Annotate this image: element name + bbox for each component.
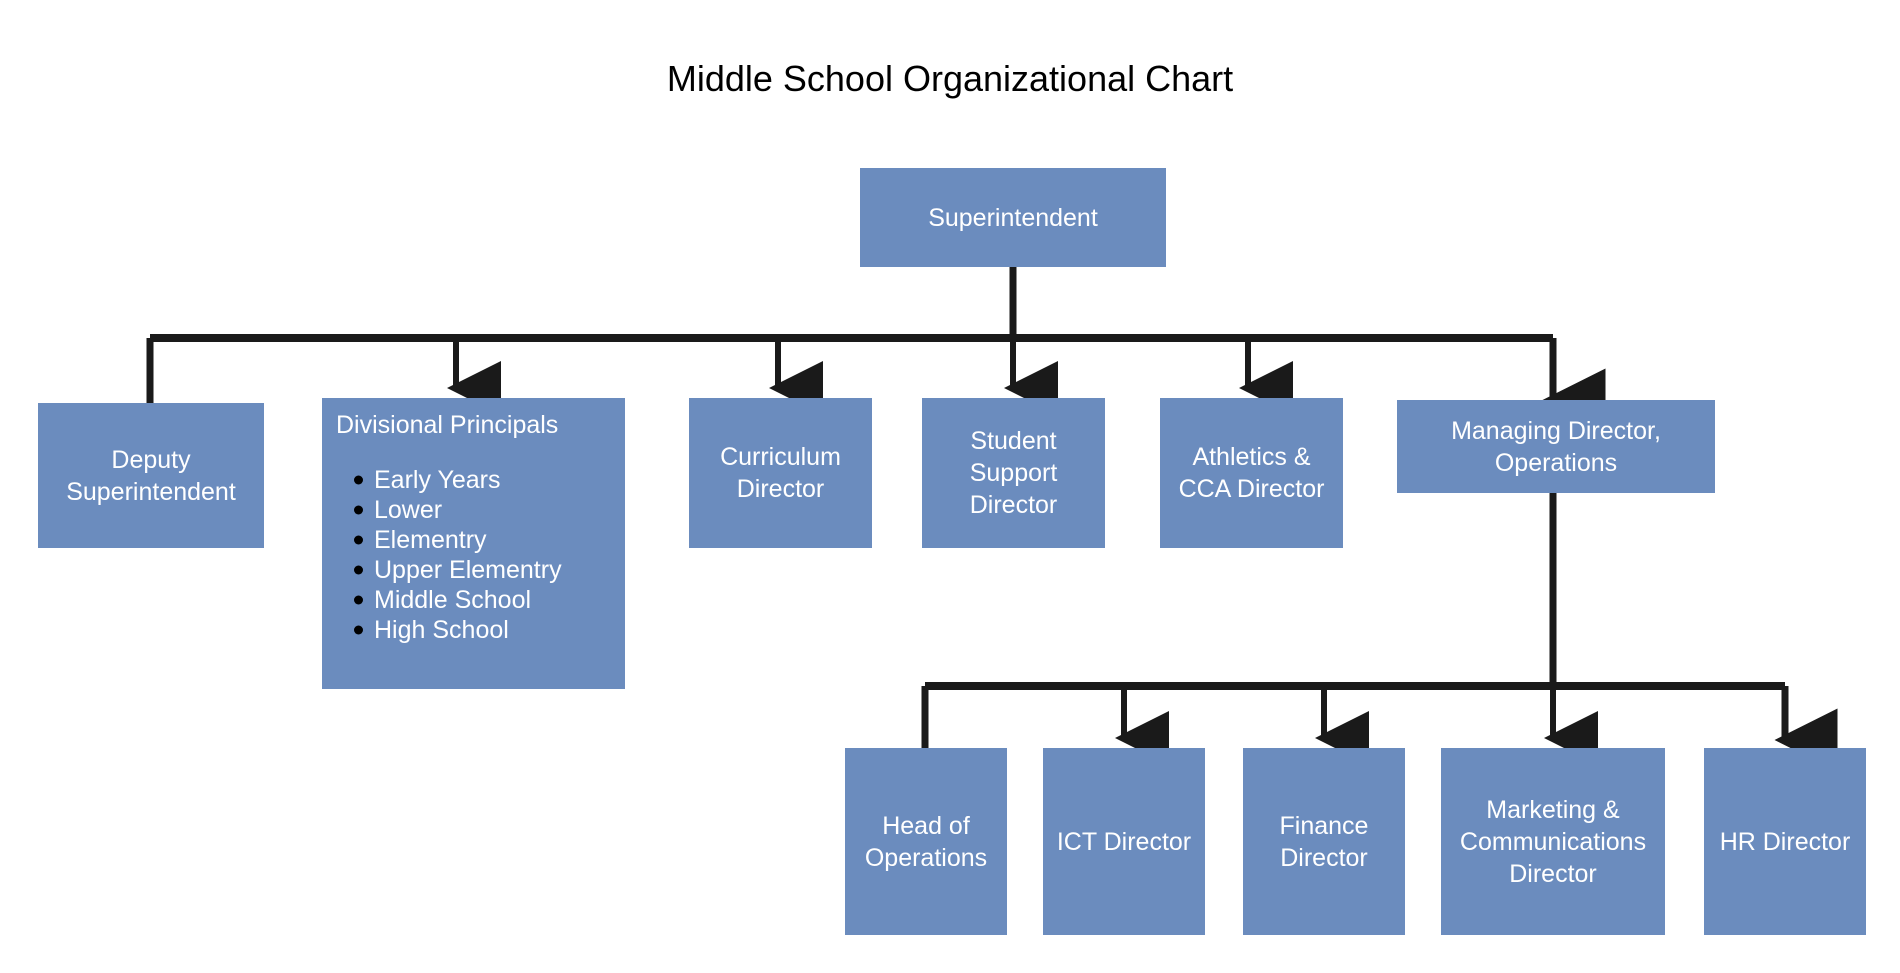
node-ict-director[interactable]: ICT Director bbox=[1043, 748, 1205, 935]
page-title: Middle School Organizational Chart bbox=[666, 58, 1234, 99]
org-chart-canvas: Middle School Organizational Chart Super… bbox=[0, 0, 1900, 973]
node-managing-director-operations-label: Managing Director, Operations bbox=[1451, 416, 1661, 477]
list-item: Elementry bbox=[354, 526, 611, 554]
node-marketing-communications-director[interactable]: Marketing & Communications Director bbox=[1441, 748, 1665, 935]
node-student-support-director[interactable]: Student Support Director bbox=[922, 398, 1105, 548]
node-hr-director[interactable]: HR Director bbox=[1704, 748, 1866, 935]
node-head-of-operations[interactable]: Head of Operations bbox=[845, 748, 1007, 935]
node-finance-director[interactable]: Finance Director bbox=[1243, 748, 1405, 935]
list-item: Upper Elementry bbox=[354, 556, 611, 584]
list-item: High School bbox=[354, 616, 611, 644]
node-hr-director-label: HR Director bbox=[1719, 827, 1851, 856]
node-marketing-communications-director-label: Marketing & Communications Director bbox=[1459, 795, 1647, 888]
node-managing-director-operations[interactable]: Managing Director, Operations bbox=[1397, 400, 1715, 493]
list-item: Early Years bbox=[354, 466, 611, 494]
node-finance-director-label: Finance Director bbox=[1279, 811, 1369, 872]
node-deputy-superintendent-label: Deputy Superintendent bbox=[66, 445, 236, 506]
node-athletics-cca-director[interactable]: Athletics & CCA Director bbox=[1160, 398, 1343, 548]
node-superintendent-label: Superintendent bbox=[928, 203, 1098, 232]
node-superintendent[interactable]: Superintendent bbox=[860, 168, 1166, 267]
node-student-support-director-label: Student Support Director bbox=[969, 427, 1058, 519]
node-deputy-superintendent[interactable]: Deputy Superintendent bbox=[38, 403, 264, 548]
list-item: Lower bbox=[354, 496, 611, 524]
node-curriculum-director[interactable]: Curriculum Director bbox=[689, 398, 872, 548]
node-divisional-principals[interactable]: Divisional Principals Early Years Lower … bbox=[322, 398, 625, 689]
node-ict-director-label: ICT Director bbox=[1056, 827, 1192, 856]
list-item: Middle School bbox=[354, 586, 611, 614]
node-curriculum-director-label: Curriculum Director bbox=[720, 443, 841, 503]
node-athletics-cca-director-label: Athletics & CCA Director bbox=[1178, 443, 1325, 503]
divisional-principals-list: Early Years Lower Elementry Upper Elemen… bbox=[336, 466, 611, 644]
node-head-of-operations-label: Head of Operations bbox=[864, 811, 988, 872]
node-divisional-principals-heading: Divisional Principals bbox=[336, 411, 559, 439]
